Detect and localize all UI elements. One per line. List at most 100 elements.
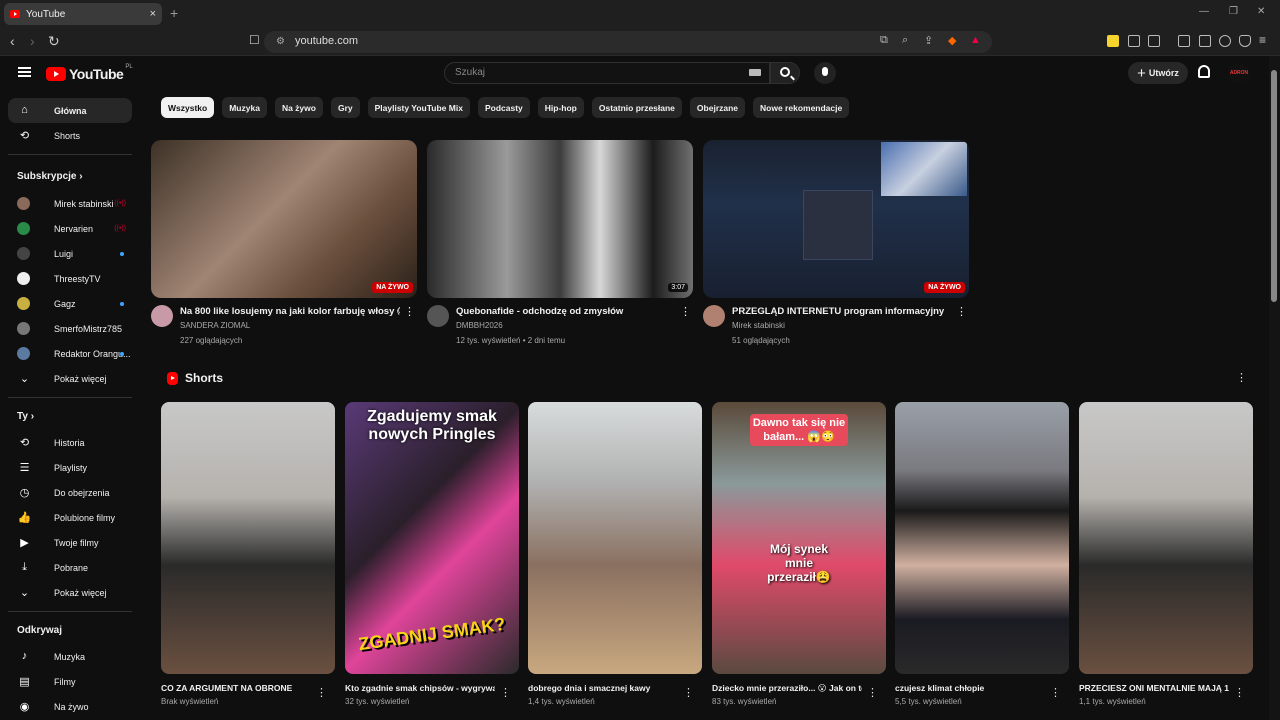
- brave-rewards-icon[interactable]: ▲: [970, 34, 981, 46]
- video-thumbnail[interactable]: NA ŻYWO: [151, 140, 417, 298]
- short-title[interactable]: Dziecko mnie przeraziło... 😮 Jak on to z…: [712, 682, 862, 694]
- reload-icon[interactable]: ↻: [48, 33, 60, 50]
- short-thumbnail[interactable]: [528, 402, 702, 674]
- shorts-more-icon[interactable]: ⋮: [1236, 371, 1247, 384]
- sidebar-item-history[interactable]: ⟲ Historia: [8, 430, 132, 455]
- site-settings-icon[interactable]: ⚙: [276, 36, 285, 47]
- new-tab-button[interactable]: +: [170, 5, 178, 21]
- wallet-icon[interactable]: [1199, 35, 1211, 47]
- filter-chip[interactable]: Nowe rekomendacje: [753, 97, 850, 118]
- open-external-icon[interactable]: ⧉: [880, 34, 888, 47]
- filter-chip[interactable]: Obejrzane: [689, 97, 746, 118]
- short-card[interactable]: PRZECIESZ ONI MENTALNIE MAJĄ 13 LAT 1,1 …: [1079, 402, 1253, 706]
- extension-2-icon[interactable]: [1148, 35, 1160, 47]
- show-more-you[interactable]: ⌄ Pokaż więcej: [8, 580, 132, 605]
- more-options-icon[interactable]: ⋮: [683, 686, 694, 699]
- filter-chip[interactable]: Na żywo: [274, 97, 323, 118]
- channel-avatar[interactable]: [427, 305, 449, 327]
- filter-chip[interactable]: Muzyka: [222, 97, 267, 118]
- brave-shield-icon[interactable]: ◆: [948, 34, 956, 47]
- voice-search-button[interactable]: [814, 62, 836, 84]
- keyboard-icon[interactable]: [749, 69, 761, 76]
- hamburger-menu-icon[interactable]: [18, 67, 31, 77]
- sidebar-item-like[interactable]: 👍 Polubione filmy: [8, 505, 132, 530]
- notifications-bell-icon[interactable]: [1198, 65, 1210, 78]
- video-card[interactable]: NA ŻYWO Na 800 like losujemy na jaki kol…: [151, 140, 417, 357]
- filter-chip[interactable]: Ostatnio przesłane: [591, 97, 682, 118]
- subscriptions-heading[interactable]: Subskrypcje ›: [0, 161, 140, 191]
- forward-icon[interactable]: ›: [30, 33, 35, 49]
- video-card[interactable]: NA ŻYWO PRZEGLĄD INTERNETU program infor…: [703, 140, 969, 357]
- more-options-icon[interactable]: ⋮: [500, 686, 511, 699]
- bookmark-icon[interactable]: ☐: [249, 33, 260, 47]
- sidebar-item-subscription[interactable]: Gagz: [8, 291, 132, 316]
- sidebar-item-home[interactable]: ⌂ Główna: [8, 98, 132, 123]
- short-thumbnail[interactable]: [1079, 402, 1253, 674]
- sidebar-item-subscription[interactable]: Mirek stabinski ((•)): [8, 191, 132, 216]
- scrollbar-thumb[interactable]: [1271, 70, 1277, 302]
- back-icon[interactable]: ‹: [10, 33, 15, 49]
- zoom-icon[interactable]: ⌕: [902, 34, 908, 47]
- video-title[interactable]: PRZEGLĄD INTERNETU program informacyjny: [732, 306, 952, 317]
- sidebar-item-subscription[interactable]: Luigi: [8, 241, 132, 266]
- maximize-button[interactable]: ❐: [1229, 6, 1238, 17]
- tab-close-icon[interactable]: ×: [150, 8, 156, 20]
- sidebar-item-movies[interactable]: ▤ Filmy: [8, 669, 132, 694]
- more-options-icon[interactable]: ⋮: [867, 686, 878, 699]
- leo-ai-icon[interactable]: [1219, 35, 1231, 47]
- short-thumbnail[interactable]: [895, 402, 1069, 674]
- video-card[interactable]: 3:07 Quebonafide - odchodzę od zmysłów D…: [427, 140, 693, 357]
- sidebar-item-live[interactable]: ◉ Na żywo: [8, 694, 132, 719]
- short-card[interactable]: czujesz klimat chłopie 5,5 tys. wyświetl…: [895, 402, 1069, 706]
- short-card[interactable]: Zgadujemy smak nowych Pringles ZGADNIJ S…: [345, 402, 519, 706]
- channel-name[interactable]: SANDERA ZIOMAL: [180, 321, 250, 330]
- short-thumbnail[interactable]: Zgadujemy smak nowych Pringles ZGADNIJ S…: [345, 402, 519, 674]
- extensions-puzzle-icon[interactable]: [1128, 35, 1140, 47]
- sidebar-item-watch-later[interactable]: ◷ Do obejrzenia: [8, 480, 132, 505]
- short-title[interactable]: Kto zgadnie smak chipsów - wygrywa HAJS …: [345, 682, 495, 694]
- short-card[interactable]: Dawno tak się nie bałam... 😱😳 Mój synek …: [712, 402, 886, 706]
- more-options-icon[interactable]: ⋮: [1234, 686, 1245, 699]
- minimize-button[interactable]: —: [1199, 6, 1209, 17]
- sidebar-item-subscription[interactable]: Redaktor Orangu...: [8, 341, 132, 366]
- share-icon[interactable]: ⇪: [924, 34, 933, 47]
- channel-avatar[interactable]: [151, 305, 173, 327]
- sidebar-item-subscription[interactable]: SmerfoMistrz785: [8, 316, 132, 341]
- search-button[interactable]: [770, 62, 800, 84]
- sidebar-item-music[interactable]: ♪ Muzyka: [8, 644, 132, 669]
- short-title[interactable]: dobrego dnia i smacznej kawy: [528, 682, 678, 694]
- sidebar-item-playlist[interactable]: ☰ Playlisty: [8, 455, 132, 480]
- filter-chip[interactable]: Playlisty YouTube Mix: [367, 97, 470, 118]
- short-thumbnail[interactable]: Dawno tak się nie bałam... 😱😳 Mój synek …: [712, 402, 886, 674]
- sidebar-item-your-videos[interactable]: ▶ Twoje filmy: [8, 530, 132, 555]
- short-title[interactable]: czujesz klimat chłopie: [895, 682, 1045, 694]
- video-thumbnail[interactable]: 3:07: [427, 140, 693, 298]
- filter-chip[interactable]: Wszystko: [161, 97, 215, 118]
- sidebar-toggle-icon[interactable]: [1178, 35, 1190, 47]
- sidebar-item-subscription[interactable]: Nervarien ((•)): [8, 216, 132, 241]
- create-button[interactable]: + Utwórz: [1128, 62, 1188, 84]
- video-thumbnail[interactable]: NA ŻYWO: [703, 140, 969, 298]
- search-input[interactable]: Szukaj: [444, 62, 770, 84]
- channel-name[interactable]: DMBBH2026: [456, 321, 503, 330]
- more-options-icon[interactable]: ⋮: [404, 307, 415, 318]
- account-avatar[interactable]: ADRON: [1228, 63, 1250, 83]
- more-options-icon[interactable]: ⋮: [680, 307, 691, 318]
- address-bar[interactable]: ⚙ youtube.com ⧉ ⌕ ⇪ ◆ ▲: [264, 31, 992, 53]
- vpn-icon[interactable]: [1239, 35, 1251, 47]
- you-heading[interactable]: Ty ›: [0, 404, 140, 430]
- show-more-subscriptions[interactable]: ⌄ Pokaż więcej: [8, 366, 132, 391]
- sidebar-item-shorts[interactable]: ⟲ Shorts: [8, 123, 132, 148]
- youtube-logo[interactable]: YouTube PL: [46, 64, 133, 82]
- sidebar-item-download[interactable]: ⤓ Pobrane: [8, 555, 132, 580]
- sidebar-item-subscription[interactable]: ThreestyTV: [8, 266, 132, 291]
- more-options-icon[interactable]: ⋮: [316, 686, 327, 699]
- more-options-icon[interactable]: ⋮: [1050, 686, 1061, 699]
- short-title[interactable]: PRZECIESZ ONI MENTALNIE MAJĄ 13 LAT: [1079, 682, 1229, 694]
- menu-icon[interactable]: ≡: [1259, 33, 1266, 47]
- extension-icon[interactable]: [1107, 35, 1119, 47]
- browser-tab[interactable]: YouTube ×: [4, 3, 162, 25]
- filter-chip[interactable]: Hip-hop: [537, 97, 584, 118]
- short-card[interactable]: dobrego dnia i smacznej kawy 1,4 tys. wy…: [528, 402, 702, 706]
- more-options-icon[interactable]: ⋮: [956, 307, 967, 318]
